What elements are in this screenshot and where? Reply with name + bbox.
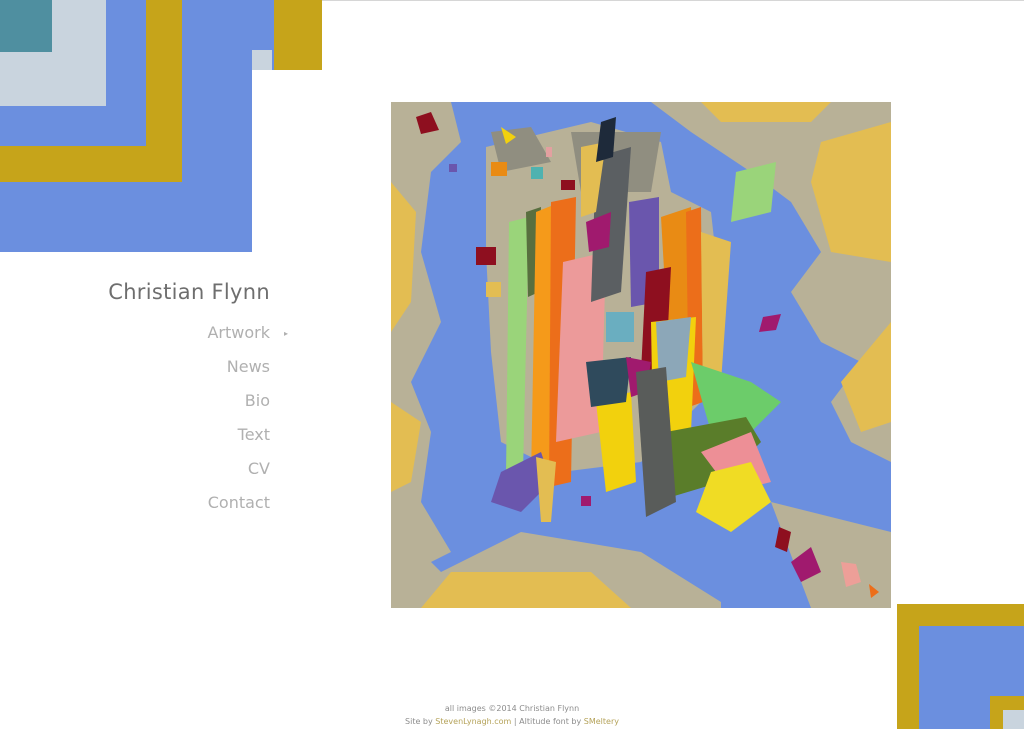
- site-title[interactable]: Christian Flynn: [108, 280, 270, 304]
- corner-artwork-top-left: [0, 0, 322, 252]
- main-nav: Artwork ▸ News Bio Text CV Contact: [207, 322, 288, 526]
- footer-font-label: Altitude font by: [519, 717, 584, 726]
- nav-item-cv[interactable]: CV: [207, 458, 270, 492]
- footer-site-by-link[interactable]: StevenLynagh.com: [435, 717, 511, 726]
- footer-credits: Site by StevenLynagh.com | Altitude font…: [0, 715, 1024, 728]
- nav-item-news[interactable]: News: [207, 356, 270, 390]
- footer: all images ©2014 Christian Flynn Site by…: [0, 702, 1024, 728]
- footer-font-link[interactable]: SMeltery: [584, 717, 619, 726]
- footer-site-by-label: Site by: [405, 717, 436, 726]
- footer-separator: |: [511, 717, 520, 726]
- featured-artwork-image[interactable]: [391, 102, 891, 608]
- nav-item-artwork[interactable]: Artwork: [207, 322, 270, 356]
- nav-item-bio[interactable]: Bio: [207, 390, 270, 424]
- active-arrow-icon: ▸: [283, 329, 288, 338]
- footer-copyright: all images ©2014 Christian Flynn: [444, 704, 580, 713]
- nav-item-text[interactable]: Text: [207, 424, 270, 458]
- nav-item-contact[interactable]: Contact: [207, 492, 270, 526]
